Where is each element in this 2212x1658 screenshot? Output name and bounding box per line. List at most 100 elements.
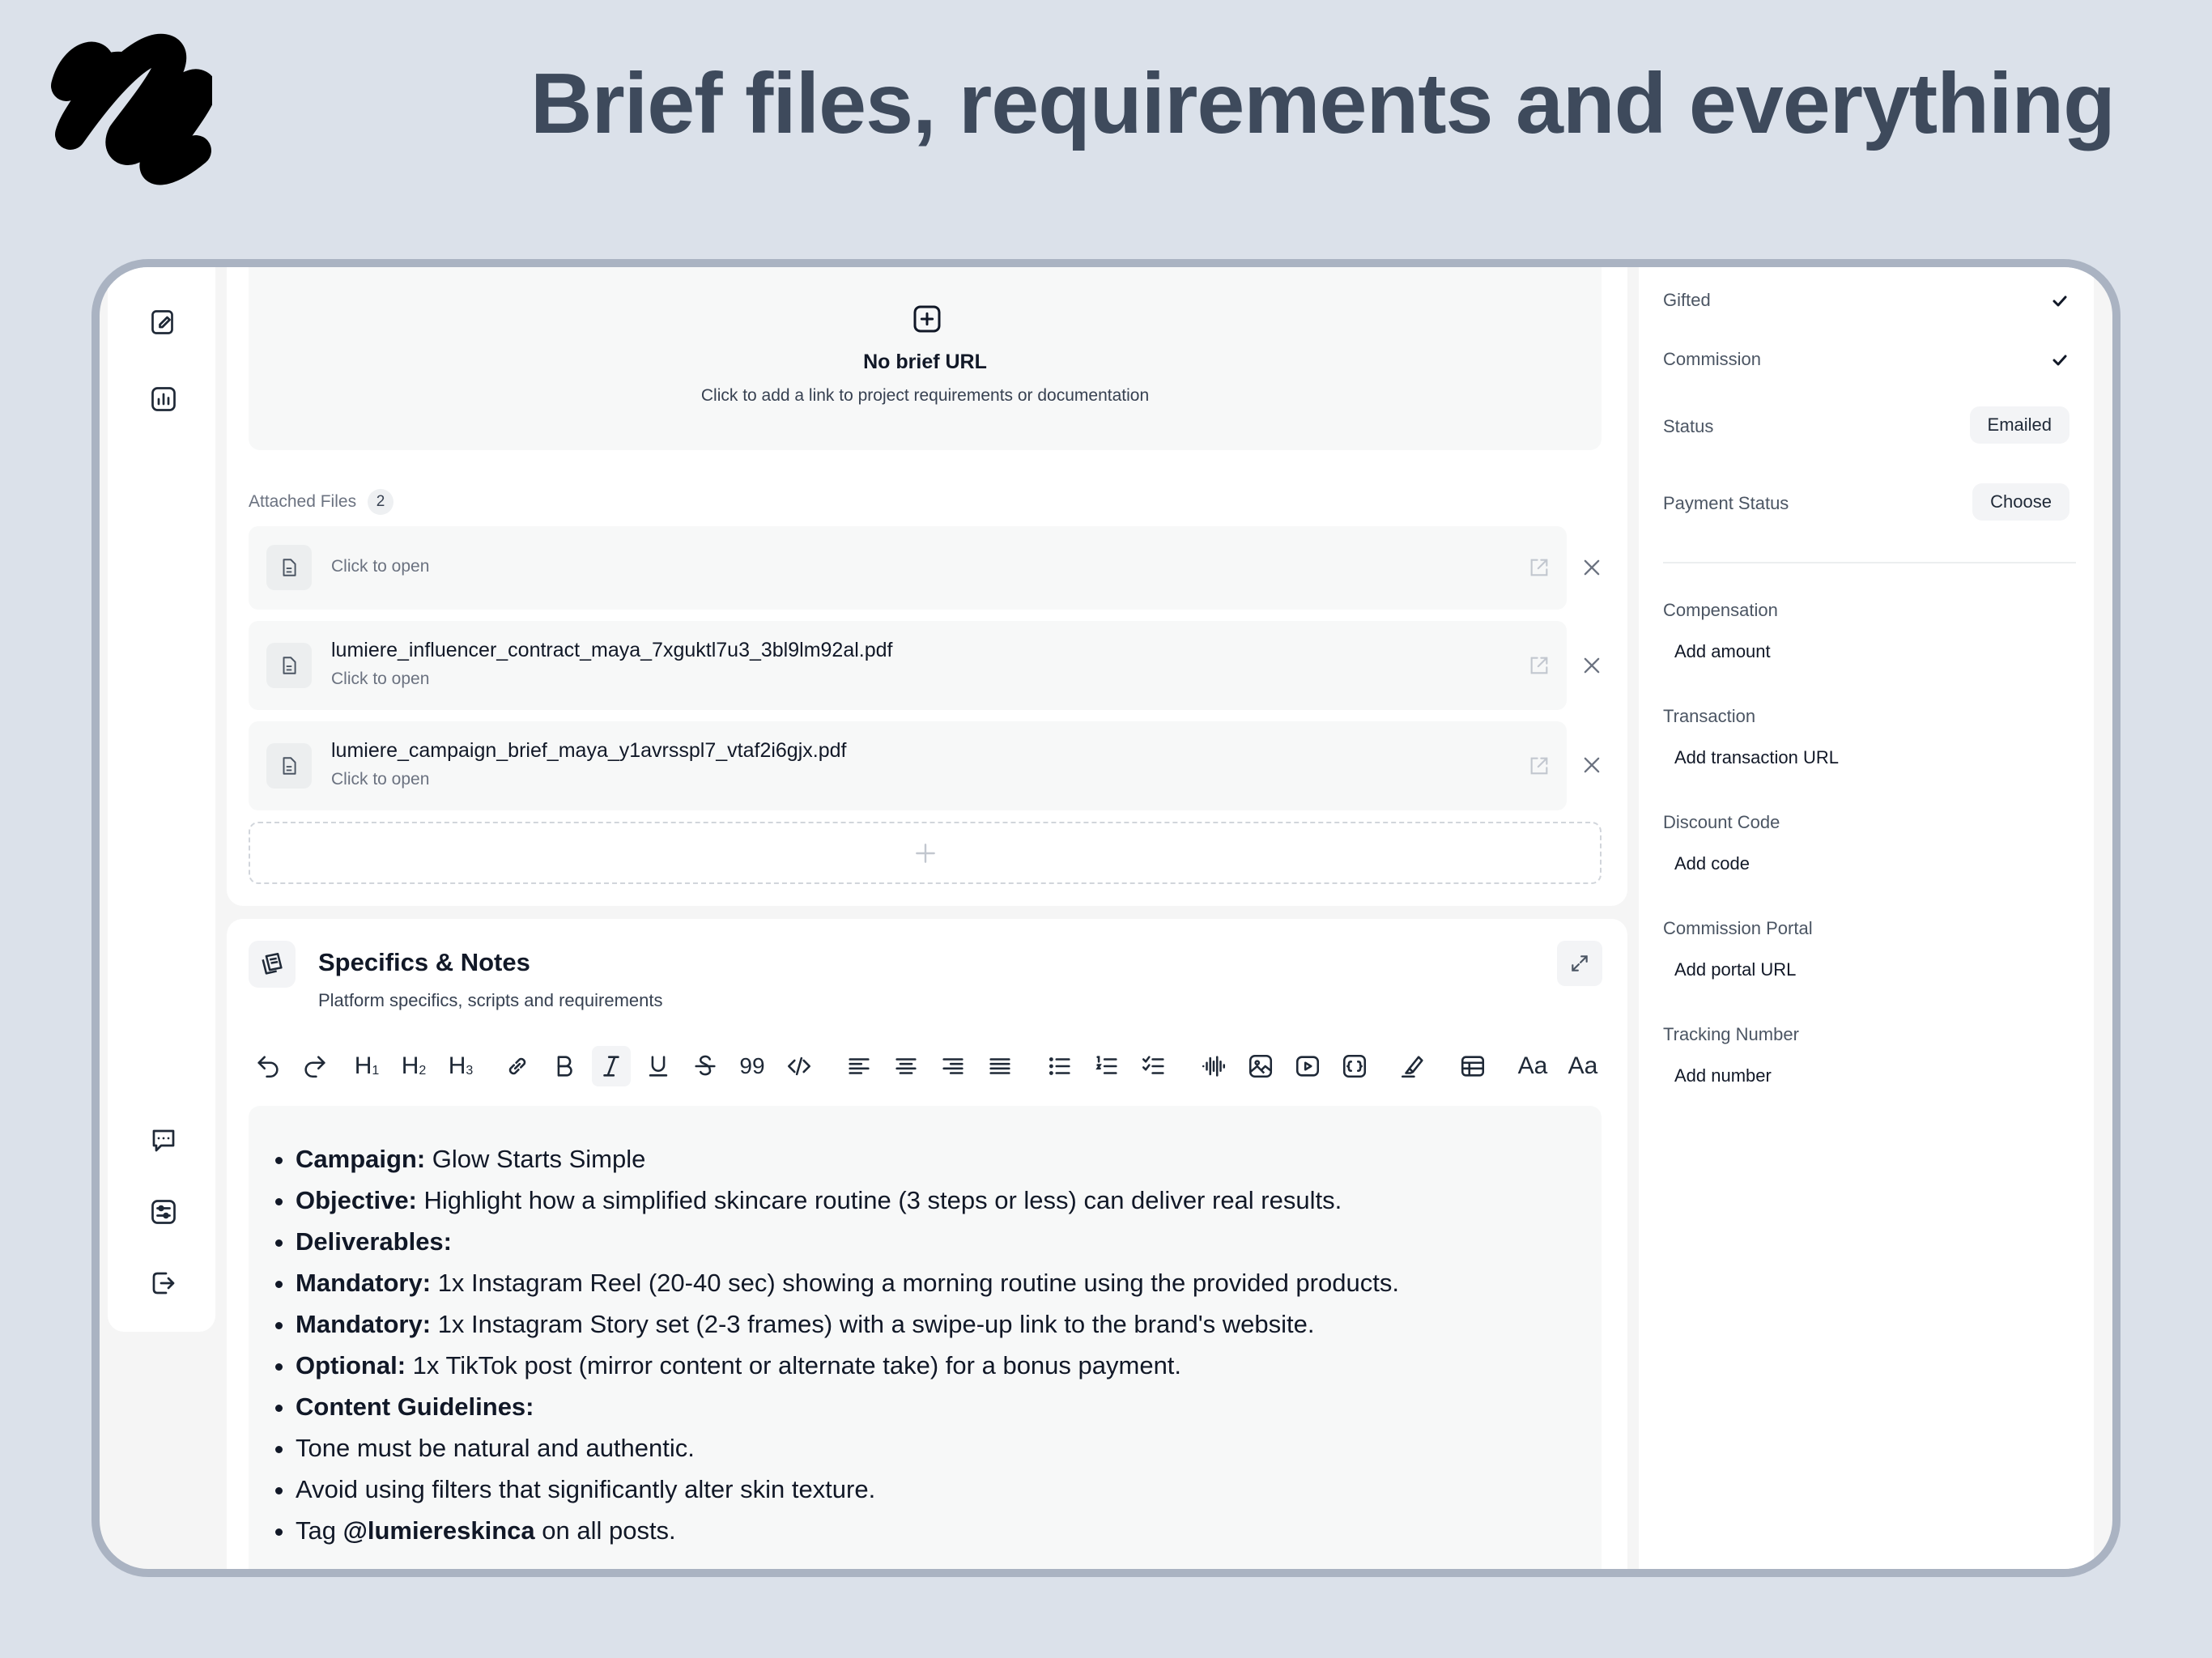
discount-code-field[interactable]: Add code [1674,853,1750,874]
item-text: Tone must be natural and authentic. [296,1434,695,1462]
strikethrough-icon[interactable] [686,1046,725,1086]
tracking-number-label: Tracking Number [1663,1024,1799,1044]
expand-icon [1572,955,1588,971]
app-window: No brief URL Click to add a link to proj… [91,259,2121,1577]
list-item: Mandatory: 1x Instagram Reel (20-40 sec)… [296,1262,1555,1303]
underline-icon[interactable] [639,1046,678,1086]
list-item: Campaign: Glow Starts Simple [296,1138,1555,1180]
numbered-list-icon[interactable] [1087,1046,1126,1086]
item-bold: Mandatory: [296,1269,432,1297]
tracking-number-field[interactable]: Add number [1674,1065,1772,1086]
file-subtitle: Click to open [331,770,430,789]
brief-title: No brief URL [863,351,987,373]
bullet-list-icon[interactable] [1040,1046,1079,1086]
align-justify-icon[interactable] [981,1046,1019,1086]
settings-icon[interactable] [147,1195,181,1229]
plus-icon [915,843,935,863]
image-icon[interactable] [1241,1046,1280,1086]
align-center-icon[interactable] [887,1046,925,1086]
add-brief-url-button[interactable]: No brief URL Click to add a link to proj… [249,267,1602,450]
align-right-icon[interactable] [934,1046,972,1086]
commission-check-icon[interactable] [2050,351,2069,370]
heading-2-icon[interactable]: H2 [394,1046,433,1086]
item-text: 1x Instagram Reel (20-40 sec) showing a … [431,1269,1399,1297]
heading-3-level: 3 [466,1064,474,1078]
heading-3-icon[interactable]: H3 [441,1046,480,1086]
item-text: Highlight how a simplified skincare rout… [416,1186,1342,1214]
italic-icon[interactable] [592,1046,631,1086]
text-size-icon[interactable]: Aa [1513,1046,1552,1086]
open-external-icon[interactable] [1528,556,1551,579]
file-row[interactable]: Click to open [249,526,1567,610]
list-item: Tag @lumiereskinca on all posts. [296,1510,1555,1551]
notes-list: Campaign: Glow Starts Simple Objective: … [296,1138,1555,1551]
item-bold: @lumiereskinca [342,1516,535,1545]
chat-icon[interactable] [147,1124,181,1158]
analytics-icon[interactable] [147,382,181,416]
item-text: 1x Instagram Story set (2-3 frames) with… [431,1310,1315,1338]
remove-file-icon[interactable] [1580,654,1603,677]
bold-icon[interactable] [545,1046,584,1086]
task-list-icon[interactable] [1134,1046,1173,1086]
status-select[interactable]: Emailed [1969,406,2069,444]
list-item: Avoid using filters that significantly a… [296,1469,1555,1510]
undo-icon[interactable] [249,1046,287,1086]
notes-editor[interactable]: Campaign: Glow Starts Simple Objective: … [249,1106,1602,1569]
highlight-icon[interactable] [1393,1046,1432,1086]
link-icon[interactable] [498,1046,537,1086]
icon-rail [108,267,215,1332]
item-bold: Content Guidelines: [296,1392,534,1421]
list-item: Optional: 1x TikTok post (mirror content… [296,1345,1555,1386]
attached-files-header: Attached Files 2 [249,489,394,515]
item-bold: Optional: [296,1351,406,1380]
heading-3-letter: H [448,1052,466,1079]
expand-button[interactable] [1557,941,1602,986]
code-icon[interactable] [780,1046,819,1086]
item-text: Avoid using filters that significantly a… [296,1475,876,1503]
payment-status-select[interactable]: Choose [1972,483,2069,521]
file-row[interactable]: lumiere_campaign_brief_maya_y1avrsspl7_v… [249,721,1567,810]
file-name: lumiere_campaign_brief_maya_y1avrsspl7_v… [331,739,847,762]
open-external-icon[interactable] [1528,654,1551,677]
embed-icon[interactable] [1335,1046,1374,1086]
audio-icon[interactable] [1194,1046,1233,1086]
video-icon[interactable] [1288,1046,1327,1086]
payment-status-label: Payment Status [1663,493,1789,513]
status-label: Status [1663,416,1714,436]
file-icon [266,545,312,590]
list-item: Deliverables: [296,1221,1555,1262]
heading-1-icon[interactable]: H1 [347,1046,386,1086]
edit-note-icon[interactable] [147,305,181,339]
text-style-icon[interactable]: Aa [1563,1046,1602,1086]
side-divider [1663,562,2076,563]
list-item: Objective: Highlight how a simplified sk… [296,1180,1555,1221]
item-bold: Campaign: [296,1145,426,1173]
notes-icon [249,941,296,988]
editor-toolbar: H1 H2 H3 99 Aa Aa [249,1046,1609,1086]
quote-icon[interactable]: 99 [733,1046,772,1086]
file-subtitle: Click to open [331,557,430,576]
compensation-field[interactable]: Add amount [1674,641,1771,662]
redo-icon[interactable] [296,1046,334,1086]
item-bold: Objective: [296,1186,417,1214]
transaction-field[interactable]: Add transaction URL [1674,747,1839,768]
heading-2-letter: H [401,1052,419,1079]
compensation-label: Compensation [1663,600,1778,620]
gifted-check-icon[interactable] [2050,291,2069,311]
remove-file-icon[interactable] [1580,754,1603,776]
logout-icon[interactable] [147,1266,181,1300]
item-bold: Deliverables: [296,1227,452,1256]
discount-code-label: Discount Code [1663,812,1780,832]
list-item: Tone must be natural and authentic. [296,1427,1555,1469]
open-external-icon[interactable] [1528,755,1551,777]
add-file-button[interactable] [249,822,1602,884]
align-left-icon[interactable] [840,1046,878,1086]
table-icon[interactable] [1453,1046,1492,1086]
attached-files-count: 2 [368,489,394,515]
transaction-label: Transaction [1663,706,1756,726]
file-row[interactable]: lumiere_influencer_contract_maya_7xguktl… [249,621,1567,710]
file-subtitle: Click to open [331,670,430,688]
heading-1-letter: H [354,1052,372,1079]
remove-file-icon[interactable] [1580,556,1603,579]
commission-portal-field[interactable]: Add portal URL [1674,959,1796,980]
